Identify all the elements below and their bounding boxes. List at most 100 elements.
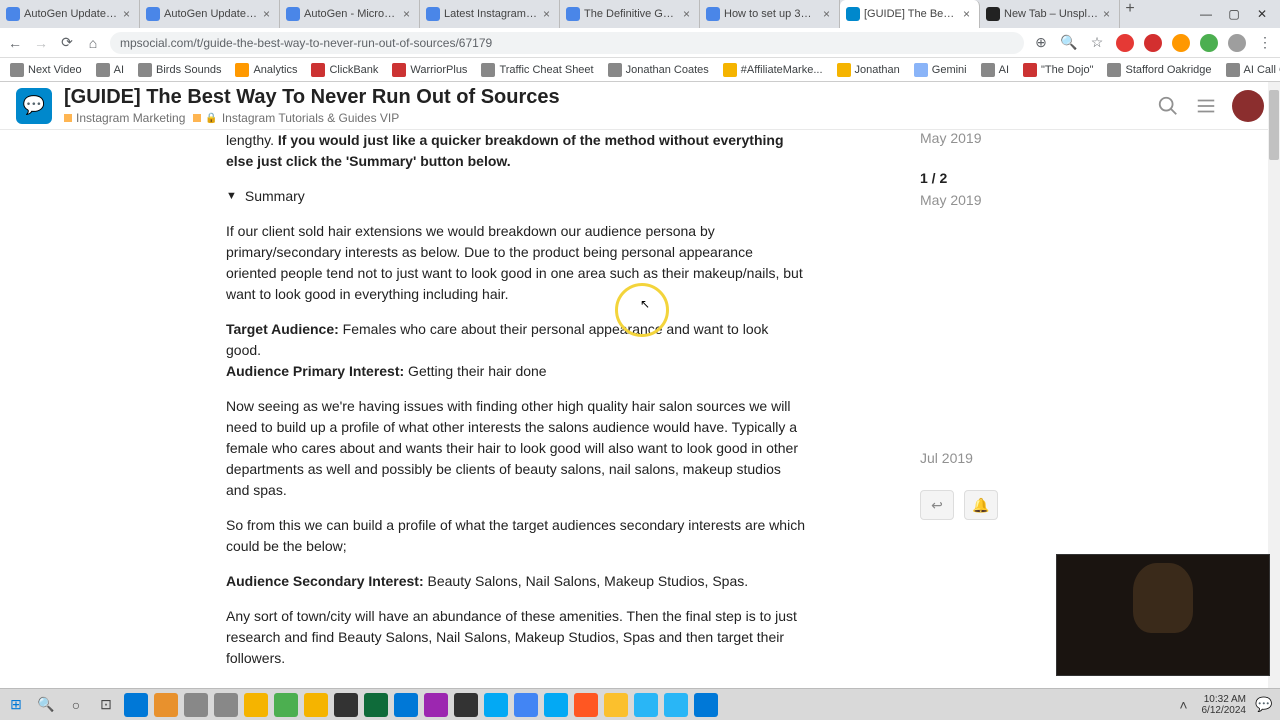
taskbar-app[interactable] <box>184 693 208 717</box>
url-text: mpsocial.com/t/guide-the-best-way-to-nev… <box>120 36 492 50</box>
close-icon[interactable]: × <box>683 9 693 19</box>
taskbar-app[interactable] <box>334 693 358 717</box>
notifications-button[interactable]: 🔔 <box>964 490 998 520</box>
extension-icon[interactable] <box>1172 34 1190 52</box>
bookmark-item[interactable]: Jonathan Coates <box>604 61 713 79</box>
taskbar-app[interactable] <box>604 693 628 717</box>
bookmark-item[interactable]: Jonathan <box>833 61 904 79</box>
bookmark-item[interactable]: ClickBank <box>307 61 382 79</box>
taskbar-app[interactable] <box>364 693 388 717</box>
bookmark-item[interactable]: Gemini <box>910 61 971 79</box>
tab-7[interactable]: New Tab – Unsplash Ins× <box>980 0 1120 28</box>
favicon <box>6 7 20 21</box>
start-button[interactable]: ⊞ <box>4 693 28 717</box>
taskbar-app[interactable] <box>514 693 538 717</box>
close-icon[interactable]: × <box>963 9 973 19</box>
extension-icon[interactable] <box>1200 34 1218 52</box>
taskbar-app[interactable] <box>274 693 298 717</box>
summary-toggle[interactable]: ▼Summary <box>226 186 806 207</box>
reply-button[interactable]: ↩ <box>920 490 954 520</box>
taskbar-app[interactable] <box>124 693 148 717</box>
bookmark-icon <box>1107 63 1121 77</box>
bookmark-icon <box>235 63 249 77</box>
tab-1[interactable]: AutoGen Updates Comple× <box>140 0 280 28</box>
tab-6-active[interactable]: [GUIDE] The Best Way To× <box>840 0 980 28</box>
bookmark-item[interactable]: Stafford Oakridge <box>1103 61 1215 79</box>
bookmark-item[interactable]: AI <box>92 61 128 79</box>
forward-button[interactable]: → <box>32 34 50 52</box>
scrollbar-thumb[interactable] <box>1269 90 1279 160</box>
tab-4[interactable]: The Definitive Guide for C× <box>560 0 700 28</box>
close-icon[interactable]: × <box>403 9 413 19</box>
bookmark-item[interactable]: Next Video <box>6 61 86 79</box>
taskbar-app[interactable] <box>664 693 688 717</box>
taskbar-app[interactable] <box>394 693 418 717</box>
bookmark-item[interactable]: AI Call Center <box>1222 61 1280 79</box>
bookmark-item[interactable]: #AffiliateMarke... <box>719 61 827 79</box>
chrome-menu-icon[interactable]: ⋮ <box>1256 34 1274 52</box>
taskbar-app[interactable] <box>454 693 478 717</box>
forum-logo[interactable]: 💬 <box>16 88 52 124</box>
back-button[interactable]: ← <box>6 34 24 52</box>
search-icon[interactable] <box>1156 94 1180 118</box>
favicon <box>146 7 160 21</box>
bookmark-icon <box>138 63 152 77</box>
extensions-menu-icon[interactable] <box>1228 34 1246 52</box>
taskbar-app[interactable] <box>544 693 568 717</box>
bookmark-item[interactable]: AI <box>977 61 1013 79</box>
install-icon[interactable]: ⊕ <box>1032 34 1050 52</box>
hamburger-menu-icon[interactable] <box>1194 94 1218 118</box>
window-maximize[interactable]: ▢ <box>1226 7 1242 21</box>
window-close[interactable]: ✕ <box>1254 7 1270 21</box>
cortana-icon[interactable]: ○ <box>64 693 88 717</box>
tab-3[interactable]: Latest Instagram Marketi× <box>420 0 560 28</box>
extension-icon[interactable] <box>1144 34 1162 52</box>
taskbar-app[interactable] <box>634 693 658 717</box>
tab-0[interactable]: AutoGen Updates Comple× <box>0 0 140 28</box>
close-icon[interactable]: × <box>823 9 833 19</box>
home-button[interactable]: ⌂ <box>84 34 102 52</box>
category-link[interactable]: 🔒Instagram Tutorials & Guides VIP <box>193 111 399 125</box>
reload-button[interactable]: ⟳ <box>58 34 76 52</box>
category-link[interactable]: Instagram Marketing <box>64 111 185 125</box>
tab-2[interactable]: AutoGen - Microsoft Res× <box>280 0 420 28</box>
timeline-end-date[interactable]: Jul 2019 <box>920 450 973 466</box>
new-tab-button[interactable]: + <box>1120 0 1140 28</box>
star-icon[interactable]: ☆ <box>1088 34 1106 52</box>
task-view-icon[interactable]: ⊡ <box>94 693 118 717</box>
bookmark-item[interactable]: Analytics <box>231 61 301 79</box>
taskbar-app[interactable] <box>574 693 598 717</box>
bookmark-icon <box>481 63 495 77</box>
taskbar-app[interactable] <box>214 693 238 717</box>
taskbar-app[interactable] <box>694 693 718 717</box>
post-content: lengthy. If you would just like a quicke… <box>226 130 806 688</box>
favicon <box>706 7 720 21</box>
close-icon[interactable]: × <box>543 9 553 19</box>
bookmark-item[interactable]: Birds Sounds <box>134 61 225 79</box>
bookmark-item[interactable]: "The Dojo" <box>1019 61 1097 79</box>
bookmark-item[interactable]: Traffic Cheat Sheet <box>477 61 597 79</box>
extension-icon[interactable] <box>1116 34 1134 52</box>
search-button[interactable]: 🔍 <box>34 693 58 717</box>
favicon <box>846 7 860 21</box>
taskbar-app[interactable] <box>304 693 328 717</box>
window-minimize[interactable]: — <box>1198 7 1214 21</box>
user-avatar[interactable] <box>1232 90 1264 122</box>
zoom-icon[interactable]: 🔍 <box>1060 34 1078 52</box>
bookmark-icon <box>96 63 110 77</box>
close-icon[interactable]: × <box>123 9 133 19</box>
taskbar-app[interactable] <box>484 693 508 717</box>
taskbar-app[interactable] <box>244 693 268 717</box>
address-bar[interactable]: mpsocial.com/t/guide-the-best-way-to-nev… <box>110 32 1024 54</box>
close-icon[interactable]: × <box>1103 9 1113 19</box>
tray-chevron-icon[interactable]: ˄ <box>1172 693 1196 717</box>
timeline-start-date[interactable]: May 2019 <box>920 130 981 146</box>
close-icon[interactable]: × <box>263 9 273 19</box>
notifications-icon[interactable]: 💬 <box>1252 693 1276 717</box>
bookmark-item[interactable]: WarriorPlus <box>388 61 471 79</box>
system-clock[interactable]: 10:32 AM 6/12/2024 <box>1202 694 1247 716</box>
tab-5[interactable]: How to set up 3G/4G Pro× <box>700 0 840 28</box>
topic-title[interactable]: [GUIDE] The Best Way To Never Run Out of… <box>64 86 1144 109</box>
taskbar-app[interactable] <box>424 693 448 717</box>
taskbar-app[interactable] <box>154 693 178 717</box>
